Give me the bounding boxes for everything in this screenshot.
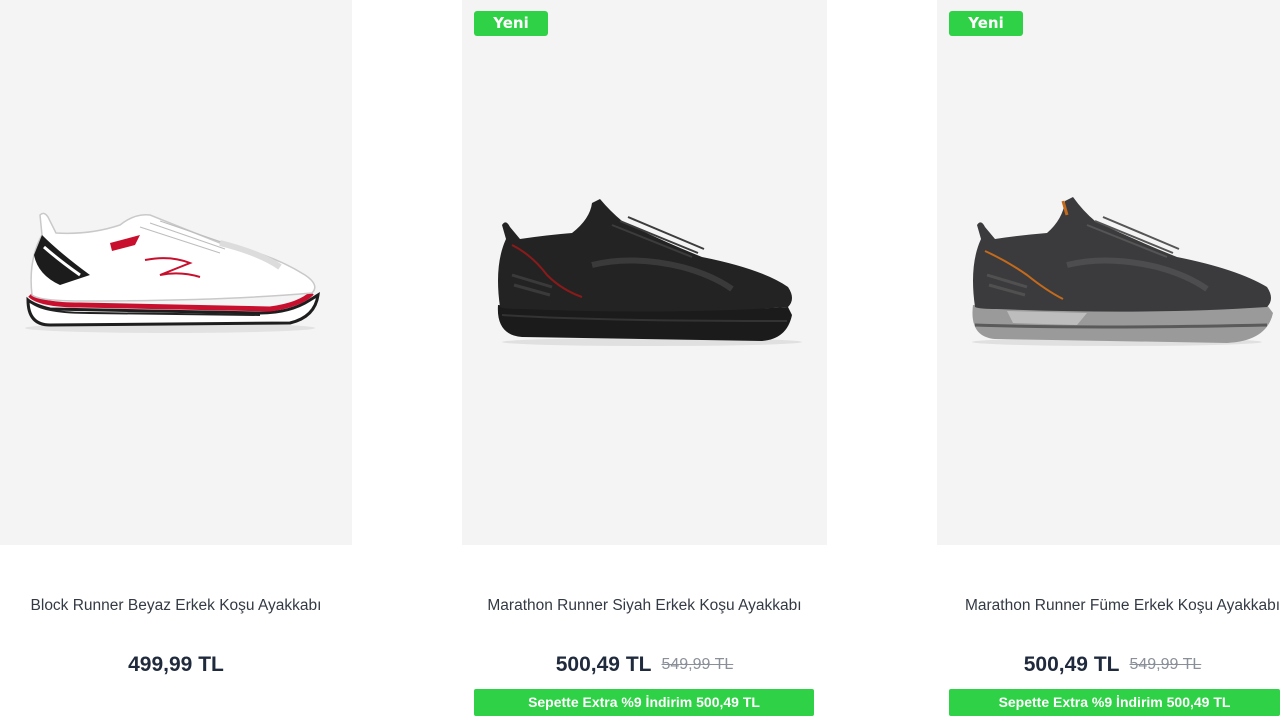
old-price: 549,99 TL	[1129, 656, 1202, 673]
old-price: 549,99 TL	[661, 656, 734, 673]
product-title[interactable]: Block Runner Beyaz Erkek Koşu Ayakkabı	[0, 594, 352, 618]
price-row: 500,49 TL 549,99 TL	[937, 653, 1280, 677]
product-image[interactable]: Yeni	[937, 0, 1280, 545]
product-image[interactable]: Yeni	[462, 0, 827, 545]
white-running-shoe-image	[25, 212, 320, 333]
product-title[interactable]: Marathon Runner Siyah Erkek Koşu Ayakkab…	[482, 594, 807, 618]
black-running-shoe-image	[497, 199, 802, 346]
product-card[interactable]: Yeni Marathon Runner Füme Erkek Koşu Aya…	[937, 0, 1280, 720]
price-row: 499,99 TL	[0, 653, 352, 677]
price-row: 500,49 TL 549,99 TL	[462, 653, 827, 677]
cart-discount-banner[interactable]: Sepette Extra %9 İndirim 500,49 TL	[949, 689, 1280, 716]
product-card[interactable]: Yeni Marathon Runner Siyah Erkek Koşu Ay…	[462, 0, 827, 720]
cart-discount-banner[interactable]: Sepette Extra %9 İndirim 500,49 TL	[474, 689, 814, 716]
new-badge: Yeni	[949, 11, 1023, 36]
product-price: 499,99 TL	[128, 653, 224, 676]
product-card[interactable]: Block Runner Beyaz Erkek Koşu Ayakkabı 4…	[0, 0, 352, 720]
new-badge: Yeni	[474, 11, 548, 36]
product-image[interactable]	[0, 0, 352, 545]
product-title[interactable]: Marathon Runner Füme Erkek Koşu Ayakkabı	[957, 594, 1280, 618]
product-price: 500,49 TL	[555, 653, 652, 676]
product-grid: Block Runner Beyaz Erkek Koşu Ayakkabı 4…	[0, 0, 1280, 720]
grey-running-shoe-image	[972, 197, 1273, 346]
product-price: 500,49 TL	[1023, 653, 1120, 676]
